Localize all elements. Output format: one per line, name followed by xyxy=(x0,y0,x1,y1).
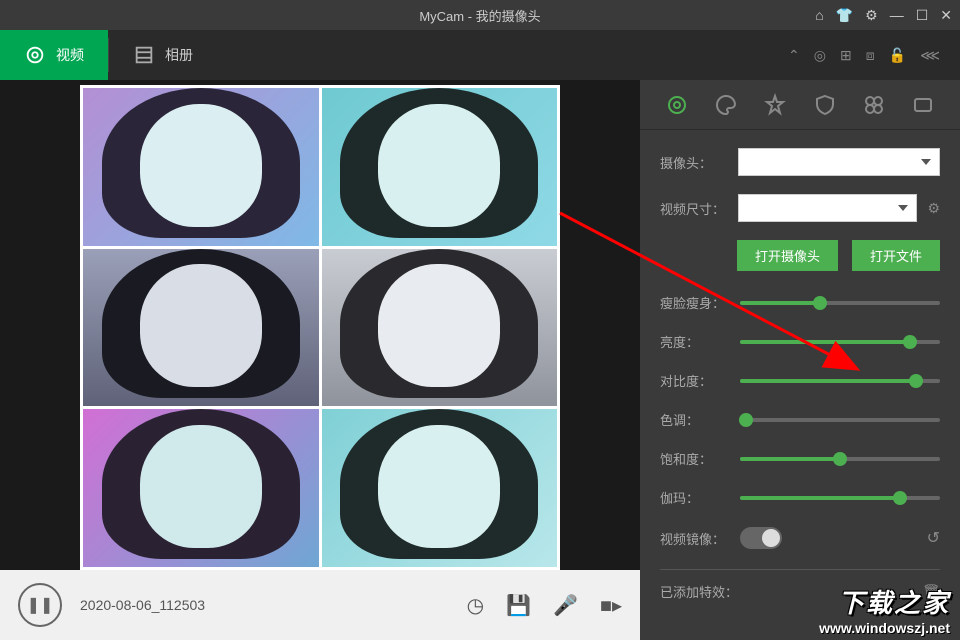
preview-canvas xyxy=(80,85,560,570)
mirror-toggle[interactable] xyxy=(740,527,782,549)
mic-icon[interactable]: 🎤 xyxy=(553,593,578,618)
maximize-icon[interactable]: ☐ xyxy=(916,7,929,24)
reset-icon[interactable]: ↺ xyxy=(927,528,940,548)
collapse-icon[interactable]: ⌃ xyxy=(788,47,800,64)
side-tab-camera[interactable] xyxy=(661,89,693,121)
record-icon[interactable]: ■▸ xyxy=(600,593,622,618)
side-tab-palette[interactable] xyxy=(710,89,742,121)
side-tab-frame[interactable] xyxy=(907,89,939,121)
effects-label: 已添加特效： xyxy=(660,582,738,601)
watermark: 下载之家 www.windowszj.net xyxy=(819,583,950,636)
preview-cell xyxy=(83,409,319,567)
video-size-select[interactable] xyxy=(738,194,917,222)
side-tab-star[interactable] xyxy=(759,89,791,121)
tab-video-label: 视频 xyxy=(56,45,84,65)
tool-icons: ⌃ ◎ ⊞ ⧈ 🔓 ⋘ xyxy=(788,47,960,64)
watermark-url: www.windowszj.net xyxy=(819,620,950,636)
camera-icon xyxy=(24,44,46,66)
tab-album-label: 相册 xyxy=(165,45,193,65)
titlebar-controls: ⌂ 👕 ⚙ — ☐ ✕ xyxy=(815,0,952,30)
side-content: 摄像头： 视频尺寸： ⚙ 打开摄像头 打开文件 瘦脸瘦身： 亮度： 对比度 xyxy=(640,130,960,640)
side-panel: 摄像头： 视频尺寸： ⚙ 打开摄像头 打开文件 瘦脸瘦身： 亮度： 对比度 xyxy=(640,80,960,640)
bottom-icons: ◷ 💾 🎤 ■▸ xyxy=(467,593,622,618)
brightness-slider[interactable] xyxy=(740,340,940,344)
preview-cell xyxy=(83,249,319,407)
main-area: ❚❚ 2020-08-06_112503 ◷ 💾 🎤 ■▸ 摄像头： xyxy=(0,80,960,640)
gamma-slider[interactable] xyxy=(740,496,940,500)
gear-icon[interactable]: ⚙ xyxy=(927,200,940,217)
tab-album[interactable]: 相册 xyxy=(109,30,217,80)
contrast-slider[interactable] xyxy=(740,379,940,383)
lock-icon[interactable]: 🔓 xyxy=(889,47,906,64)
main-tabs: 视频 相册 ⌃ ◎ ⊞ ⧈ 🔓 ⋘ xyxy=(0,30,960,80)
gamma-label: 伽玛： xyxy=(660,488,728,507)
open-file-button[interactable]: 打开文件 xyxy=(852,240,940,271)
preview-cell xyxy=(322,409,558,567)
settings-icon[interactable]: ⚙ xyxy=(865,7,878,24)
saturation-label: 饱和度： xyxy=(660,449,728,468)
chevron-down-icon xyxy=(921,159,931,165)
grid-icon[interactable]: ⊞ xyxy=(840,47,852,64)
preview-cell xyxy=(322,88,558,246)
slim-label: 瘦脸瘦身： xyxy=(660,293,728,312)
side-tab-mask[interactable] xyxy=(809,89,841,121)
side-tab-clover[interactable] xyxy=(858,89,890,121)
preview-cell xyxy=(83,88,319,246)
minimize-icon[interactable]: — xyxy=(890,7,904,23)
target-icon[interactable]: ◎ xyxy=(814,47,826,64)
saturation-slider[interactable] xyxy=(740,457,940,461)
filename-label: 2020-08-06_112503 xyxy=(80,597,449,613)
tab-video[interactable]: 视频 xyxy=(0,30,108,80)
timer-icon[interactable]: ◷ xyxy=(467,593,484,618)
video-size-label: 视频尺寸： xyxy=(660,199,728,218)
camera-label: 摄像头： xyxy=(660,153,728,172)
chevron-down-icon xyxy=(898,205,908,211)
watermark-top: 下载之家 xyxy=(819,583,950,620)
filmstrip-icon xyxy=(133,44,155,66)
hue-slider[interactable] xyxy=(740,418,940,422)
save-icon[interactable]: 💾 xyxy=(506,593,531,618)
hue-label: 色调： xyxy=(660,410,728,429)
share-icon[interactable]: ⋘ xyxy=(920,47,940,64)
pause-button[interactable]: ❚❚ xyxy=(18,583,62,627)
titlebar: MyCam - 我的摄像头 ⌂ 👕 ⚙ — ☐ ✕ xyxy=(0,0,960,30)
app-title: MyCam - 我的摄像头 xyxy=(419,6,540,25)
contrast-label: 对比度： xyxy=(660,371,728,390)
home-icon[interactable]: ⌂ xyxy=(815,7,823,23)
preview-cell xyxy=(322,249,558,407)
bottom-bar: ❚❚ 2020-08-06_112503 ◷ 💾 🎤 ■▸ xyxy=(0,570,640,640)
crop-icon[interactable]: ⧈ xyxy=(866,47,875,64)
brightness-label: 亮度： xyxy=(660,332,728,351)
slim-slider[interactable] xyxy=(740,301,940,305)
preview-area: ❚❚ 2020-08-06_112503 ◷ 💾 🎤 ■▸ xyxy=(0,80,640,640)
open-camera-button[interactable]: 打开摄像头 xyxy=(737,240,838,271)
shirt-icon[interactable]: 👕 xyxy=(836,7,853,24)
mirror-label: 视频镜像： xyxy=(660,529,728,548)
side-tabs xyxy=(640,80,960,130)
close-icon[interactable]: ✕ xyxy=(940,7,952,24)
camera-select[interactable] xyxy=(738,148,940,176)
